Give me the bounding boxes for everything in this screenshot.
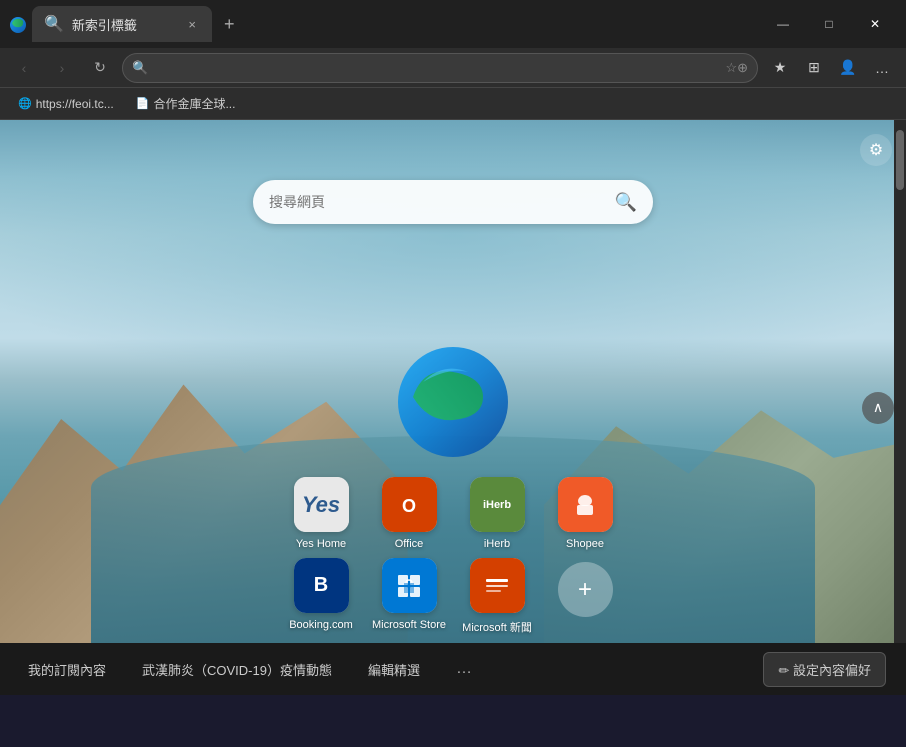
- gear-icon: ⚙: [869, 140, 883, 160]
- quick-access-row-2: B Booking.com: [281, 558, 625, 635]
- shopee-label: Shopee: [566, 538, 604, 550]
- yes-home-icon-box: Yes: [294, 477, 349, 532]
- iherb-label: iHerb: [484, 538, 510, 550]
- booking-label: Booking.com: [289, 619, 353, 631]
- maximize-button[interactable]: □: [806, 8, 852, 40]
- nav-right-buttons: ★ ⊞ 👤 …: [764, 52, 898, 84]
- bookmark-item-feoi[interactable]: 🌐 https://feoi.tc...: [10, 94, 122, 114]
- address-search-icon: 🔍: [132, 60, 148, 76]
- more-button[interactable]: …: [866, 52, 898, 84]
- quick-item-msstore[interactable]: Microsoft Store: [369, 558, 449, 635]
- svg-text:O: O: [402, 496, 416, 516]
- newtab-page: ⚙ 🔍 ∧ Yes Yes Home: [0, 120, 906, 695]
- quick-item-office[interactable]: O Office: [369, 477, 449, 550]
- refresh-button[interactable]: ↻: [84, 52, 116, 84]
- msstore-icon: [382, 558, 437, 613]
- tab-close-button[interactable]: ×: [184, 15, 200, 34]
- bottom-link-featured[interactable]: 編輯精選: [360, 654, 428, 685]
- browser-tab[interactable]: 🔍 新索引標籤 ×: [32, 6, 212, 42]
- collections-button[interactable]: ⊞: [798, 52, 830, 84]
- search-box-container: 🔍: [253, 180, 653, 224]
- scroll-up-button[interactable]: ∧: [862, 392, 894, 424]
- add-shortcut-button[interactable]: +: [558, 562, 613, 617]
- bookmark-label-2: 合作金庫全球...: [153, 95, 235, 112]
- address-bar-container: 🔍 ☆⊕: [122, 53, 758, 83]
- address-bar[interactable]: [122, 53, 758, 83]
- close-button[interactable]: ✕: [852, 8, 898, 40]
- edge-browser-icon: [8, 14, 28, 34]
- quick-item-shopee[interactable]: Shopee: [545, 477, 625, 550]
- navbar: ‹ › ↻ 🔍 ☆⊕ ★ ⊞ 👤 …: [0, 48, 906, 88]
- msstore-icon-box: [382, 558, 437, 613]
- search-input[interactable]: [269, 194, 605, 210]
- new-tab-button[interactable]: +: [216, 10, 243, 39]
- profile-button[interactable]: 👤: [832, 52, 864, 84]
- titlebar: 🔍 新索引標籤 × + — □ ✕: [0, 0, 906, 48]
- window-controls: — □ ✕: [760, 8, 898, 40]
- bookmarks-bar: 🌐 https://feoi.tc... 📄 合作金庫全球...: [0, 88, 906, 120]
- msnews-icon: [470, 558, 525, 613]
- yes-home-label: Yes Home: [296, 538, 346, 550]
- shopee-icon: [558, 477, 613, 532]
- tab-title: 新索引標籤: [72, 15, 176, 34]
- bottom-bar: 我的訂閱內容 武漢肺炎（COVID-19）疫情動態 編輯精選 … ✏ 設定內容偏…: [0, 643, 906, 695]
- bookmark-label: https://feoi.tc...: [36, 97, 114, 111]
- quick-item-iherb[interactable]: iHerb iHerb: [457, 477, 537, 550]
- quick-access-grid: Yes Yes Home O Office iHerb: [281, 477, 625, 635]
- iherb-icon-box: iHerb: [470, 477, 525, 532]
- search-box: 🔍: [253, 180, 653, 224]
- office-icon: O: [382, 477, 437, 532]
- add-favorites-icon[interactable]: ☆⊕: [725, 60, 748, 76]
- bookmark-item-cooperative[interactable]: 📄 合作金庫全球...: [128, 92, 244, 115]
- bottom-link-subscriptions[interactable]: 我的訂閱內容: [20, 654, 114, 685]
- search-submit-icon[interactable]: 🔍: [615, 192, 637, 213]
- scrollbar[interactable]: [894, 120, 906, 695]
- office-label: Office: [395, 538, 424, 550]
- iherb-icon: iHerb: [470, 477, 525, 532]
- quick-item-add[interactable]: +: [545, 558, 625, 635]
- quick-item-yes-home[interactable]: Yes Yes Home: [281, 477, 361, 550]
- booking-icon: B: [294, 558, 349, 613]
- titlebar-left: [8, 14, 28, 34]
- msstore-label: Microsoft Store: [372, 619, 446, 631]
- settings-gear-button[interactable]: ⚙: [860, 134, 892, 166]
- tab-favicon: 🔍: [44, 14, 64, 34]
- favorites-button[interactable]: ★: [764, 52, 796, 84]
- quick-item-msnews[interactable]: Microsoft 新聞: [457, 558, 537, 635]
- msnews-icon-box: [470, 558, 525, 613]
- minimize-button[interactable]: —: [760, 8, 806, 40]
- shopee-icon-box: [558, 477, 613, 532]
- back-button[interactable]: ‹: [8, 52, 40, 84]
- forward-button[interactable]: ›: [46, 52, 78, 84]
- bookmark-favicon: 🌐: [18, 97, 32, 110]
- bottom-more-button[interactable]: …: [448, 656, 480, 682]
- scrollbar-thumb[interactable]: [896, 130, 904, 190]
- msnews-label: Microsoft 新聞: [462, 619, 532, 635]
- quick-access-row-1: Yes Yes Home O Office iHerb: [281, 477, 625, 550]
- bottom-right: ✏ 設定內容偏好: [763, 652, 886, 687]
- booking-icon-box: B: [294, 558, 349, 613]
- quick-item-booking[interactable]: B Booking.com: [281, 558, 361, 635]
- yes-home-icon: Yes: [294, 477, 349, 532]
- settings-content-button[interactable]: ✏ 設定內容偏好: [763, 652, 886, 687]
- chevron-up-icon: ∧: [873, 399, 883, 416]
- bookmark-favicon-2: 📄: [136, 97, 150, 110]
- office-icon-box: O: [382, 477, 437, 532]
- bottom-link-covid[interactable]: 武漢肺炎（COVID-19）疫情動態: [134, 654, 340, 685]
